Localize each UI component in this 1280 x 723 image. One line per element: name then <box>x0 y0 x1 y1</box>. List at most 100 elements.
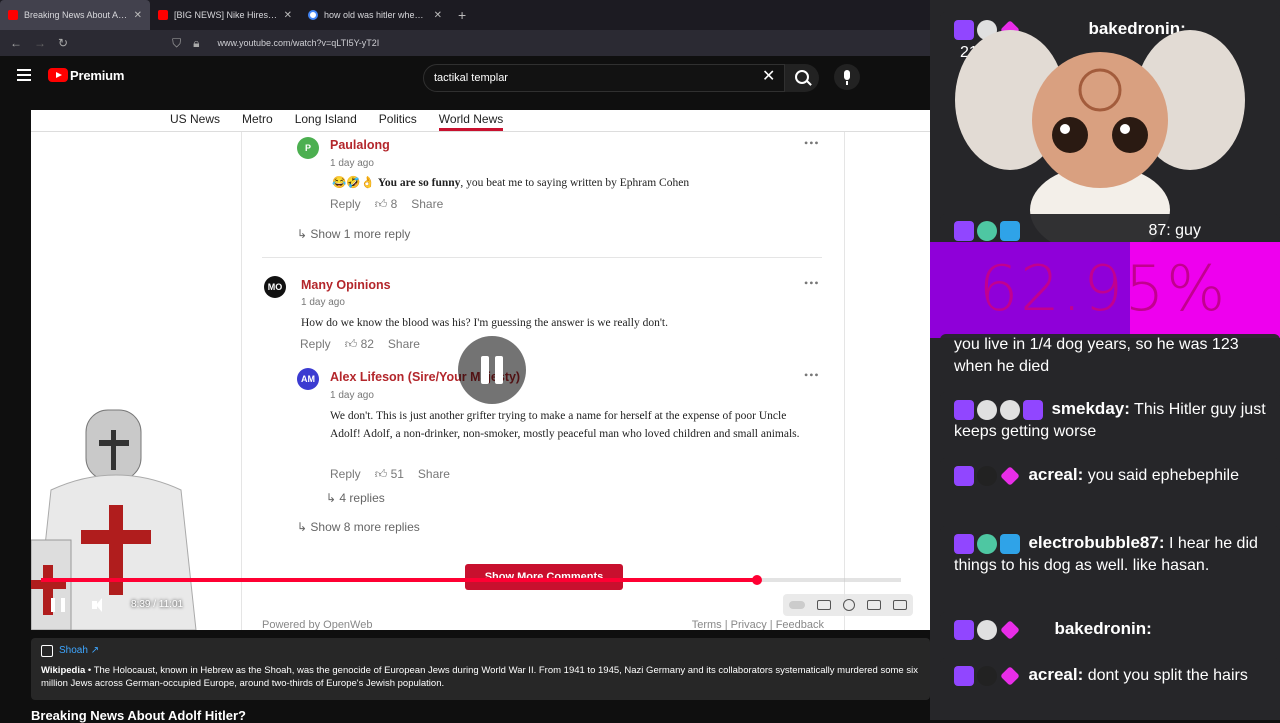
youtube-favicon-icon <box>8 10 18 20</box>
crown-badge-icon <box>1000 220 1020 241</box>
crown-badge-icon <box>1000 533 1020 554</box>
share-link: Share <box>417 467 450 481</box>
share-link: Share <box>411 197 444 211</box>
tab-title: Breaking News About Adolf <box>24 10 128 20</box>
chat-badges <box>954 619 1020 640</box>
comment-bold-text: You are so funny <box>377 177 461 189</box>
twitch-badge-icon <box>954 533 974 554</box>
sub-badge-icon <box>1000 665 1020 686</box>
search-input[interactable]: tactikal templar <box>423 64 785 92</box>
hamburger-menu-icon[interactable] <box>17 69 31 81</box>
lock-icon[interactable]: 🔒︎ <box>193 36 199 51</box>
volume-icon[interactable] <box>92 598 106 612</box>
nav-us-news: US News <box>170 112 221 126</box>
footer-links: Terms | Privacy | Feedback <box>691 619 824 630</box>
comment-time: 1 day ago <box>330 390 374 401</box>
more-options-icon: ••• <box>804 368 820 382</box>
shield-icon[interactable]: ⛉ <box>172 36 181 51</box>
user-badge-icon <box>977 399 997 420</box>
privacy-link: Privacy <box>730 619 767 630</box>
video-title: Breaking News About Adolf Hitler? <box>31 708 246 723</box>
nav-politics: Politics <box>378 112 417 126</box>
comment-rest-text: , you beat me to saying written by Ephra… <box>460 177 690 189</box>
tab-breaking-news[interactable]: Breaking News About Adolf ✕ <box>0 0 150 30</box>
chat-username: smekday: <box>1051 399 1130 418</box>
search-button[interactable] <box>785 64 819 92</box>
comment-text: We don't. This is just another grifter t… <box>330 410 800 440</box>
emoji-icons: 😂🤣👌 <box>332 177 378 189</box>
chat-message: acreal: you said ephebephile <box>940 458 1280 514</box>
youtube-brand[interactable]: Premium <box>70 68 124 83</box>
like-value: 51 <box>390 467 404 481</box>
avatar: P <box>297 137 319 159</box>
youtube-logo-icon[interactable] <box>48 68 68 82</box>
twitch-badge-icon <box>954 220 974 241</box>
video-player[interactable]: US News Metro Long Island Politics World… <box>31 110 930 630</box>
show-more-replies-label: Show 8 more replies <box>310 520 420 534</box>
miniplayer-icon[interactable] <box>867 600 881 610</box>
feedback-link: Feedback <box>775 619 824 630</box>
tab-nike-news[interactable]: [BIG NEWS] Nike Hires A Furry ✕ <box>150 0 300 30</box>
chat-message: you live in 1/4 dog years, so he was 123… <box>940 334 1280 380</box>
browser-nav-bar: ← → ↻ ⛉ 🔒︎ www.youtube.com/watch?v=qLTI5… <box>0 30 930 56</box>
info-panel: Shoah ↗ Wikipedia • The Holocaust, known… <box>31 638 930 700</box>
autoplay-toggle-icon[interactable] <box>789 601 805 609</box>
info-body: Wikipedia • The Holocaust, known in Hebr… <box>41 665 918 689</box>
comment-section: P Paulalong 1 day ago ••• 😂🤣👌 You are so… <box>241 132 845 630</box>
show-more-replies: ↳ Show 1 more reply <box>297 227 411 241</box>
user-badge-icon <box>977 619 997 640</box>
player-controls: 8:39 / 11:01 <box>31 590 930 620</box>
fullscreen-icon[interactable] <box>893 600 907 610</box>
time-display: 8:39 / 11:01 <box>131 599 184 610</box>
comment-actions: Reply 👍︎ 82 Share <box>300 337 420 352</box>
comment-text: How do we know the blood was his? I'm gu… <box>301 317 668 329</box>
reload-icon[interactable]: ↻ <box>58 36 68 50</box>
stream-overlay: bakedronin: 213 bits 87: guy 62.95% you … <box>930 0 1280 720</box>
captions-icon[interactable] <box>817 600 831 610</box>
chat-text: 87: guy <box>1148 222 1201 239</box>
chat-badges <box>954 465 1020 486</box>
chat-username: electrobubble87: <box>1028 533 1165 552</box>
info-source: Wikipedia <box>41 665 86 676</box>
close-tab-icon[interactable]: ✕ <box>434 10 442 21</box>
info-text: The Holocaust, known in Hebrew as the Sh… <box>41 665 918 689</box>
comment-time: 1 day ago <box>330 158 374 169</box>
close-tab-icon[interactable]: ✕ <box>284 10 292 21</box>
comment-author: Many Opinions <box>301 278 391 292</box>
twitch-badge-icon <box>954 465 974 486</box>
like-count: 👍︎ 51 <box>374 467 404 481</box>
tab-title: how old was hitler when he died <box>324 10 428 20</box>
chat-badges <box>954 533 1020 554</box>
twitch-badge-icon <box>954 399 974 420</box>
youtube-favicon-icon <box>158 10 168 20</box>
url-field[interactable]: www.youtube.com/watch?v=qLTI5Y-yT2I <box>217 38 379 48</box>
comment-actions: Reply 👍︎ 8 Share <box>330 197 443 212</box>
like-value: 8 <box>390 197 398 211</box>
close-tab-icon[interactable]: ✕ <box>134 10 142 21</box>
new-tab-icon[interactable]: + <box>450 7 474 23</box>
divider <box>262 257 822 258</box>
reply-link: Reply <box>330 197 361 211</box>
pause-overlay-icon[interactable] <box>458 336 526 404</box>
like-count: 👍︎ 82 <box>344 337 374 351</box>
show-more-replies: ↳ Show 8 more replies <box>297 520 420 534</box>
avatar: MO <box>264 276 286 298</box>
voice-search-icon[interactable] <box>834 64 860 90</box>
info-topic-link[interactable]: Shoah ↗ <box>59 644 99 657</box>
comments-footer: Powered by OpenWeb Terms | Privacy | Fee… <box>262 619 824 630</box>
show-more-comments-button: Show More Comments <box>465 564 623 590</box>
progress-bar[interactable] <box>41 575 901 585</box>
pause-icon[interactable] <box>51 598 65 612</box>
tab-google-search[interactable]: how old was hitler when he died ✕ <box>300 0 450 30</box>
settings-gear-icon[interactable] <box>843 599 855 611</box>
chat-message: bakedronin: <box>940 612 1280 648</box>
nav-world-news: World News <box>438 110 504 131</box>
google-favicon-icon <box>308 10 318 20</box>
chat-username: acreal: <box>1028 465 1084 484</box>
forward-icon[interactable]: → <box>34 36 46 50</box>
chat-badges <box>954 665 1020 686</box>
info-card-icon <box>41 644 53 657</box>
clear-search-icon[interactable]: ✕ <box>762 66 775 86</box>
more-options-icon: ••• <box>804 276 820 290</box>
back-icon[interactable]: ← <box>10 36 22 50</box>
